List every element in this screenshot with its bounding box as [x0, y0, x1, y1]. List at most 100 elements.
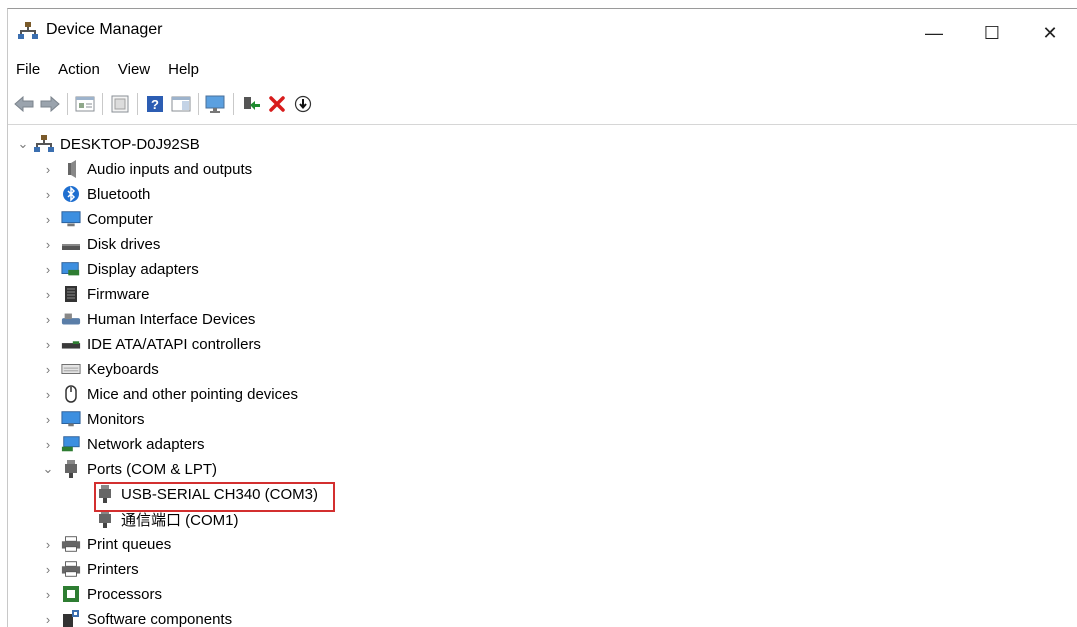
- menu-bar: File Action View Help: [8, 57, 208, 83]
- disk-drive-icon: [61, 235, 81, 253]
- menu-file[interactable]: File: [8, 57, 49, 83]
- network-adapter-icon: [61, 435, 81, 453]
- chevron-right-icon[interactable]: ›: [41, 537, 55, 551]
- chevron-right-icon[interactable]: ›: [41, 387, 55, 401]
- tree-item-label: Disk drives: [87, 236, 160, 253]
- tree-item-display-adapters[interactable]: › Display adapters: [41, 257, 199, 281]
- close-button[interactable]: ✕: [1021, 15, 1077, 51]
- chevron-right-icon[interactable]: ›: [41, 412, 55, 426]
- processor-icon: [61, 585, 81, 603]
- chevron-right-icon[interactable]: ›: [41, 262, 55, 276]
- computer-network-icon: [34, 135, 54, 153]
- device-manager-window: Device Manager — ☐ ✕ File Action View He…: [7, 8, 1077, 627]
- tree-root[interactable]: ⌄ DESKTOP-D0J92SB: [16, 132, 200, 156]
- properties-button[interactable]: [72, 91, 98, 117]
- action-pane-button[interactable]: [168, 91, 194, 117]
- add-driver-icon: [241, 95, 261, 113]
- tree-item-disk-drives[interactable]: › Disk drives: [41, 232, 160, 256]
- bluetooth-icon: [61, 185, 81, 203]
- computer-icon: [61, 210, 81, 228]
- ide-controller-icon: [61, 335, 81, 353]
- toolbar-separator: [67, 93, 68, 115]
- tree-item-audio[interactable]: › Audio inputs and outputs: [41, 157, 252, 181]
- print-queue-icon: [61, 535, 81, 553]
- tree-item-bluetooth[interactable]: › Bluetooth: [41, 182, 150, 206]
- tree-item-label: Human Interface Devices: [87, 311, 255, 328]
- tree-root-label: DESKTOP-D0J92SB: [60, 136, 200, 153]
- chevron-right-icon[interactable]: ›: [41, 162, 55, 176]
- tree-item-print-queues[interactable]: › Print queues: [41, 532, 171, 556]
- chevron-right-icon[interactable]: ›: [41, 287, 55, 301]
- show-hidden-button[interactable]: [107, 91, 133, 117]
- tree-item-firmware[interactable]: › Firmware: [41, 282, 150, 306]
- tree-item-software-components[interactable]: › Software components: [41, 607, 232, 627]
- menu-view[interactable]: View: [109, 57, 159, 83]
- help-button[interactable]: ?: [142, 91, 168, 117]
- menu-help[interactable]: Help: [159, 57, 208, 83]
- tree-item-mice[interactable]: › Mice and other pointing devices: [41, 382, 298, 406]
- highlight-box: [94, 482, 335, 512]
- tree-item-network-adapters[interactable]: › Network adapters: [41, 432, 205, 456]
- maximize-button[interactable]: ☐: [963, 15, 1021, 51]
- chevron-right-icon[interactable]: ›: [41, 362, 55, 376]
- menu-action[interactable]: Action: [49, 57, 109, 83]
- keyboard-icon: [61, 360, 81, 378]
- tree-item-label: Keyboards: [87, 361, 159, 378]
- update-driver-button[interactable]: [290, 91, 316, 117]
- show-hidden-icon: [110, 95, 130, 113]
- toolbar-separator: [233, 93, 234, 115]
- toolbar-separator: [137, 93, 138, 115]
- chevron-right-icon[interactable]: ›: [41, 612, 55, 626]
- add-driver-button[interactable]: [238, 91, 264, 117]
- tree-item-keyboards[interactable]: › Keyboards: [41, 357, 159, 381]
- title-bar: Device Manager — ☐ ✕: [8, 9, 1077, 53]
- toolbar-separator: [102, 93, 103, 115]
- tree-item-label: Firmware: [87, 286, 150, 303]
- scan-hardware-button[interactable]: [203, 91, 229, 117]
- chevron-right-icon[interactable]: ›: [41, 187, 55, 201]
- close-icon: ✕: [1042, 23, 1057, 44]
- help-icon: ?: [145, 95, 165, 113]
- monitor-icon: [205, 95, 227, 113]
- chevron-right-icon[interactable]: ›: [41, 337, 55, 351]
- toolbar-separator: [198, 93, 199, 115]
- tree-item-label: Monitors: [87, 411, 145, 428]
- tree-item-label: Print queues: [87, 536, 171, 553]
- back-button[interactable]: [11, 91, 37, 117]
- chevron-right-icon[interactable]: ›: [41, 237, 55, 251]
- back-arrow-icon: [14, 96, 34, 112]
- chevron-right-icon[interactable]: ›: [41, 312, 55, 326]
- display-adapter-icon: [61, 260, 81, 278]
- toolbar: ?: [8, 89, 1077, 119]
- chevron-right-icon[interactable]: ›: [41, 212, 55, 226]
- chevron-down-icon[interactable]: ⌄: [16, 137, 30, 151]
- port-connector-icon: [61, 460, 81, 478]
- hid-icon: [61, 310, 81, 328]
- tree-item-label: Software components: [87, 611, 232, 627]
- minimize-icon: —: [925, 23, 943, 44]
- chevron-right-icon[interactable]: ›: [41, 437, 55, 451]
- forward-arrow-icon: [40, 96, 60, 112]
- tree-item-label: Audio inputs and outputs: [87, 161, 252, 178]
- forward-button[interactable]: [37, 91, 63, 117]
- uninstall-button[interactable]: [264, 91, 290, 117]
- tree-item-label: Display adapters: [87, 261, 199, 278]
- maximize-icon: ☐: [984, 23, 1000, 44]
- toolbar-divider: [8, 124, 1077, 125]
- firmware-chip-icon: [61, 285, 81, 303]
- tree-item-computer[interactable]: › Computer: [41, 207, 153, 231]
- mouse-icon: [61, 385, 81, 403]
- tree-item-printers[interactable]: › Printers: [41, 557, 139, 581]
- tree-item-processors[interactable]: › Processors: [41, 582, 162, 606]
- tree-item-label: Mice and other pointing devices: [87, 386, 298, 403]
- tree-item-ports[interactable]: ⌄ Ports (COM & LPT): [41, 457, 217, 481]
- chevron-down-icon[interactable]: ⌄: [41, 462, 55, 476]
- update-driver-icon: [294, 95, 312, 113]
- properties-icon: [75, 95, 95, 113]
- tree-item-ide[interactable]: › IDE ATA/ATAPI controllers: [41, 332, 261, 356]
- minimize-button[interactable]: —: [905, 15, 963, 51]
- tree-item-hid[interactable]: › Human Interface Devices: [41, 307, 255, 331]
- chevron-right-icon[interactable]: ›: [41, 587, 55, 601]
- tree-item-monitors[interactable]: › Monitors: [41, 407, 145, 431]
- chevron-right-icon[interactable]: ›: [41, 562, 55, 576]
